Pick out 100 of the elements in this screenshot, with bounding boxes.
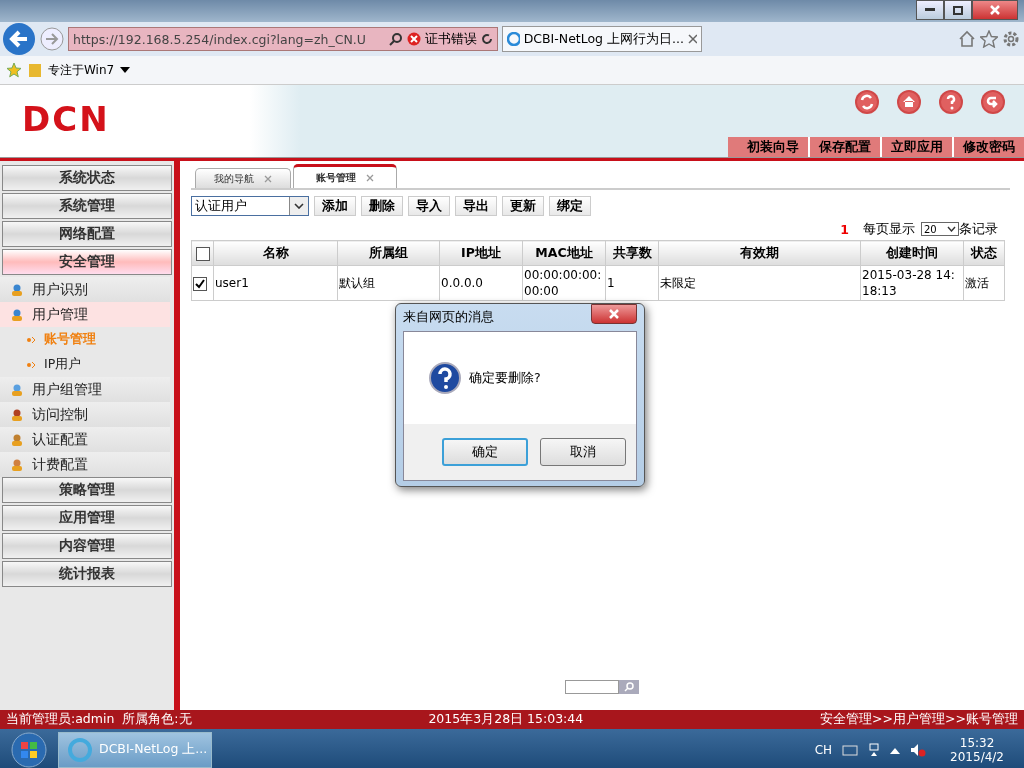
close-icon (990, 5, 1000, 15)
dropdown-icon (947, 226, 956, 232)
column-header: 所属组 (337, 240, 440, 266)
toolbar-button[interactable]: 绑定 (549, 196, 591, 216)
error-icon (407, 32, 421, 46)
browser-logo-icon (507, 32, 520, 46)
table-cell: user1 (213, 265, 338, 301)
address-bar[interactable]: https://192.168.5.254/index.cgi?lang=zh_CN.U 证书错误 (68, 27, 498, 51)
logo: DCN (22, 99, 110, 139)
user-type-select[interactable]: 认证用户 (191, 196, 309, 216)
home-icon[interactable] (896, 89, 922, 115)
header-link[interactable]: 保存配置 (808, 137, 880, 157)
dialog-button[interactable]: 确定 (442, 438, 528, 466)
menu-section[interactable]: 策略管理 (2, 477, 172, 503)
menu-section[interactable]: 安全管理 (2, 249, 172, 275)
search-field[interactable] (565, 680, 619, 694)
close-icon[interactable] (264, 174, 272, 183)
star-icon[interactable] (980, 30, 998, 48)
search-icon[interactable] (389, 32, 403, 46)
forward-button[interactable] (40, 27, 64, 51)
toolbar-button[interactable]: 导入 (408, 196, 450, 216)
menu-item[interactable]: 访问控制 (0, 402, 170, 427)
header-link[interactable]: 修改密码 (952, 137, 1024, 157)
admin-info: 当前管理员:admin 所属角色:无 (6, 711, 192, 728)
menu-item[interactable]: 用户组管理 (0, 377, 170, 402)
table-cell: 0.0.0.0 (439, 265, 523, 301)
menu-section[interactable]: 统计报表 (2, 561, 172, 587)
browser-logo-icon (67, 736, 93, 763)
menu-item[interactable]: 计费配置 (0, 452, 170, 477)
network-icon[interactable] (868, 742, 881, 757)
menu-section[interactable]: 应用管理 (2, 505, 172, 531)
toolbar-button[interactable]: 导出 (455, 196, 497, 216)
select-all-checkbox[interactable] (195, 246, 210, 261)
breadcrumb: 安全管理>>用户管理>>账号管理 (820, 711, 1018, 728)
table-cell: 00:00:00:00:00:00 (522, 265, 606, 301)
bullet-icon (26, 335, 36, 344)
help-icon[interactable] (938, 89, 964, 115)
records-label: 条记录 (959, 220, 998, 238)
clock-date[interactable]: 2015/4/2 (950, 749, 1004, 764)
close-button[interactable] (972, 0, 1018, 20)
menu-item[interactable]: 认证配置 (0, 427, 170, 452)
language-indicator[interactable]: CH (814, 742, 833, 757)
column-header: MAC地址 (522, 240, 606, 266)
current-time: 2015年3月28日 15:03:44 (428, 711, 584, 728)
favorites-star-icon[interactable] (6, 62, 22, 78)
close-icon[interactable] (687, 34, 697, 44)
favorite-link[interactable]: 专注于Win7 (48, 61, 115, 79)
header-link[interactable]: 初装向导 (738, 137, 808, 157)
minimize-button[interactable] (916, 0, 944, 20)
page-size-select[interactable]: 20 (921, 222, 959, 236)
browser-tab[interactable]: DCBI-NetLog 上网行为日... (502, 26, 702, 52)
clock-time[interactable]: 15:32 (959, 735, 995, 750)
certificate-error[interactable]: 证书错误 (425, 30, 477, 48)
back-button[interactable] (2, 22, 36, 56)
toolbar-button[interactable]: 删除 (361, 196, 403, 216)
column-header: 状态 (963, 240, 1005, 266)
table-cell: 未限定 (658, 265, 861, 301)
dialog-message: 确定要删除? (469, 369, 541, 387)
page-number[interactable]: 1 (840, 221, 849, 237)
column-header: IP地址 (439, 240, 523, 266)
logout-icon[interactable] (980, 89, 1006, 115)
minimize-icon (925, 8, 935, 12)
menu-section[interactable]: 网络配置 (2, 221, 172, 247)
settings-icon[interactable] (1002, 30, 1020, 48)
table-cell: 默认组 (337, 265, 440, 301)
header-link[interactable]: 立即应用 (880, 137, 952, 157)
home-icon[interactable] (958, 30, 976, 48)
menu-item[interactable]: 用户识别 (0, 277, 170, 302)
column-header: 共享数 (605, 240, 659, 266)
search-icon (624, 682, 634, 692)
dropdown-icon (294, 203, 304, 209)
maximize-button[interactable] (944, 0, 972, 20)
submenu-item[interactable]: IP用户 (0, 352, 174, 377)
close-icon (608, 308, 620, 319)
caret-icon[interactable] (120, 67, 131, 73)
close-button[interactable] (591, 303, 637, 324)
menu-section[interactable]: 内容管理 (2, 533, 172, 559)
table-cell: 1 (605, 265, 659, 301)
refresh-icon[interactable] (854, 89, 880, 115)
table-cell: 2015-03-28 14:18:13 (860, 265, 964, 301)
column-header: 有效期 (658, 240, 861, 266)
refresh-icon[interactable] (481, 33, 493, 45)
maximize-icon (953, 5, 963, 15)
toolbar-button[interactable]: 更新 (502, 196, 544, 216)
column-header: 创建时间 (860, 240, 964, 266)
bullet-icon (26, 360, 36, 369)
row-checkbox[interactable] (193, 276, 207, 291)
menu-section[interactable]: 系统管理 (2, 193, 172, 219)
menu-section[interactable]: 系统状态 (2, 165, 172, 191)
toolbar-button[interactable]: 添加 (314, 196, 356, 216)
tab[interactable]: 我的导航 (195, 168, 291, 188)
tab[interactable]: 账号管理 (293, 164, 397, 188)
table-cell: 激活 (963, 265, 1005, 301)
close-icon[interactable] (366, 173, 374, 182)
dialog-button[interactable]: 取消 (540, 438, 626, 466)
menu-item[interactable]: 用户管理 (0, 302, 170, 327)
column-header: 名称 (213, 240, 338, 266)
volume-muted-icon[interactable] (910, 742, 927, 757)
question-icon (429, 362, 461, 394)
dialog-title: 来自网页的消息 (403, 309, 494, 326)
